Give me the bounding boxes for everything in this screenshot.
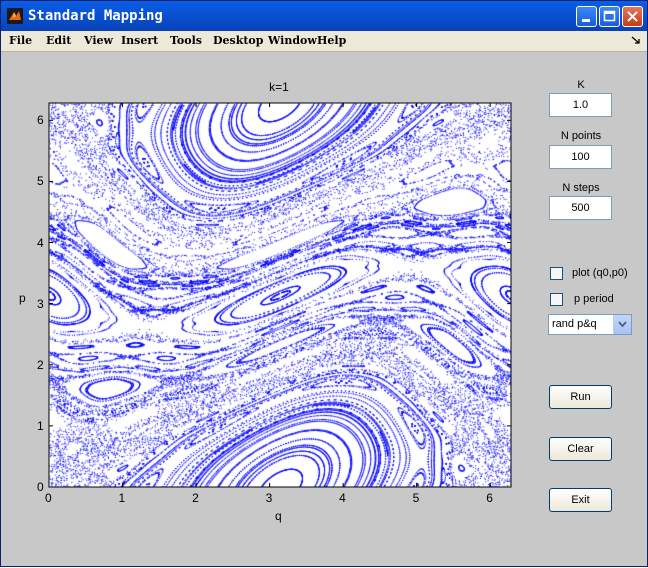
k-label: K (577, 79, 585, 91)
nsteps-label: N steps (562, 182, 600, 194)
app-window: Standard Mapping File Edit View Insert T… (0, 0, 648, 567)
x-tick-label: 2 (192, 491, 199, 505)
x-tick-label: 6 (486, 491, 493, 505)
orbit-points (49, 103, 511, 487)
y-tick-label: 2 (37, 357, 44, 372)
x-tick-label: 1 (118, 491, 126, 505)
exit-button[interactable]: Exit (549, 488, 612, 512)
y-tick-label: 1 (37, 418, 44, 433)
p-period-label: p period (574, 293, 614, 305)
k-input[interactable]: 1.0 (549, 93, 612, 117)
x-tick-label: 5 (412, 491, 420, 505)
x-tick-label: 3 (265, 491, 273, 505)
x-tick-label: 0 (45, 491, 52, 505)
run-button[interactable]: Run (549, 385, 612, 409)
npoints-input[interactable]: 100 (549, 145, 612, 169)
mode-select-value: rand p&q (552, 318, 597, 330)
npoints-label: N points (560, 130, 602, 142)
y-tick-label: 6 (37, 113, 44, 128)
y-axis-label: p (19, 291, 26, 305)
chevron-down-icon[interactable] (613, 315, 631, 334)
x-axis-label: q (275, 509, 282, 523)
plot-q0p0-label: plot (q0,p0) (572, 267, 628, 279)
nsteps-input[interactable]: 500 (549, 196, 612, 220)
orbit-scatter (49, 103, 511, 487)
clear-button[interactable]: Clear (549, 437, 612, 461)
y-tick-label: 5 (37, 174, 44, 189)
y-tick-label: 0 (37, 480, 44, 494)
plot-q0p0-checkbox[interactable] (550, 267, 563, 280)
mode-select[interactable]: rand p&q (548, 314, 632, 335)
y-tick-label: 4 (37, 235, 44, 250)
p-period-checkbox[interactable] (550, 293, 563, 306)
plot-title: k=1 (269, 80, 289, 94)
x-tick-label: 4 (339, 491, 346, 505)
y-tick-label: 3 (37, 296, 44, 311)
